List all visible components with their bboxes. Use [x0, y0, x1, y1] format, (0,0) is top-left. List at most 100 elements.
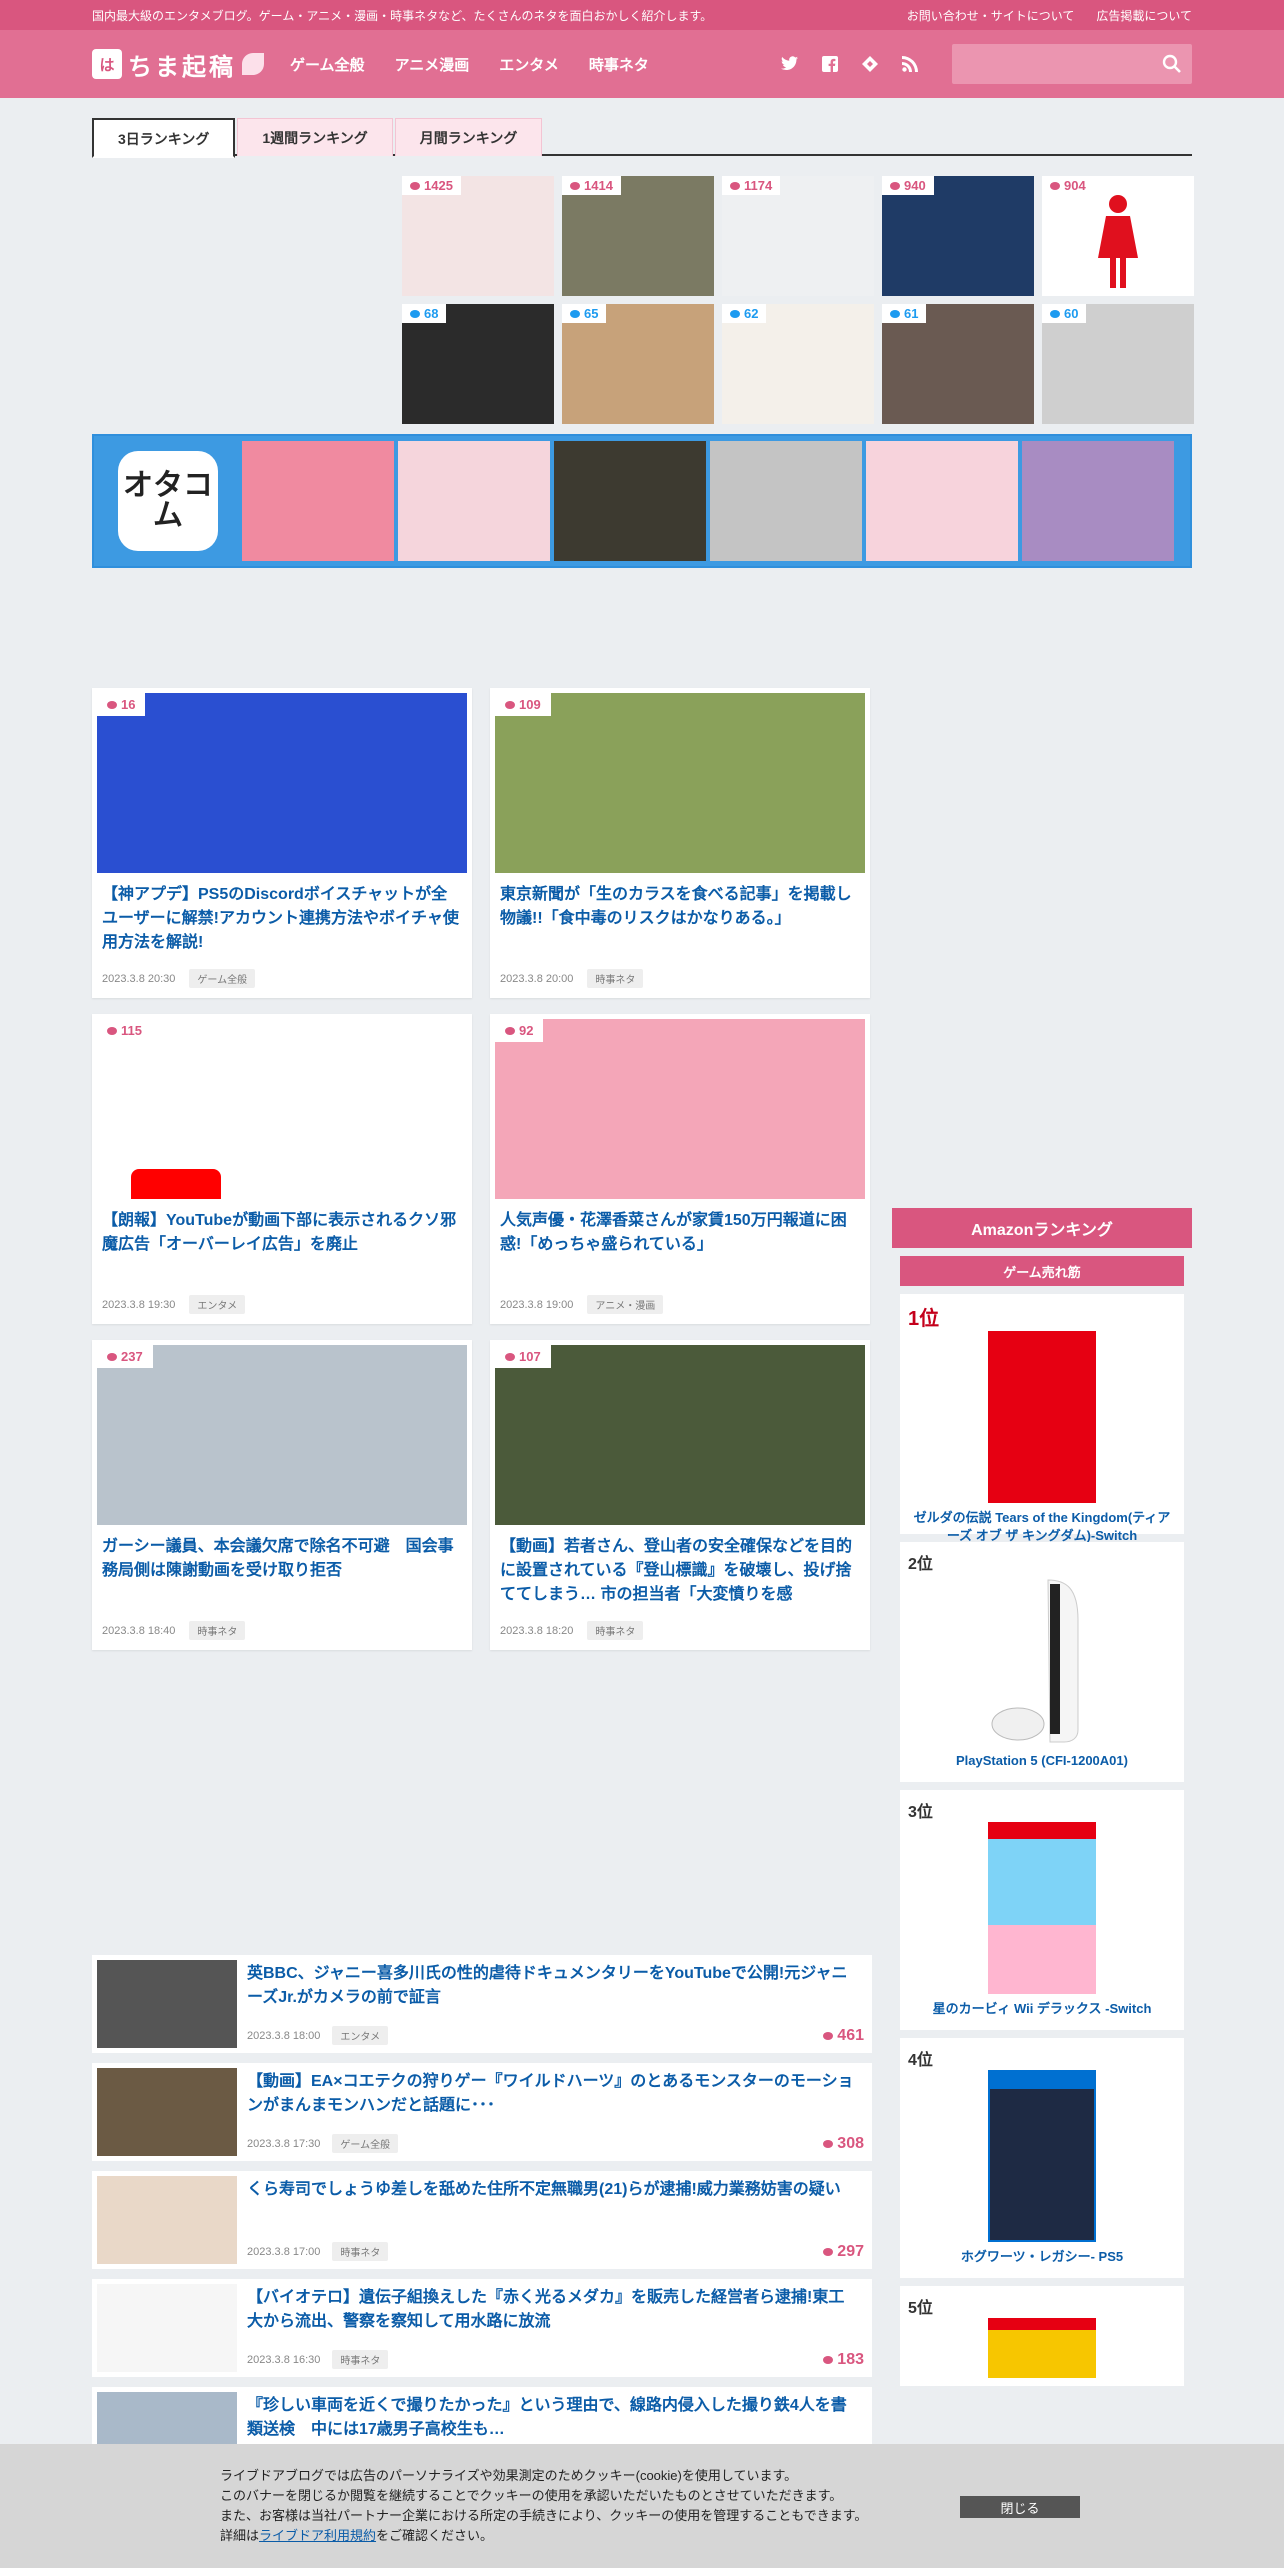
list-item[interactable]: くら寿司でしょうゆ差しを舐めた住所不定無職男(21)らが逮捕!威力業務妨害の疑い… [92, 2171, 872, 2269]
facebook-icon[interactable] [820, 54, 840, 74]
article-title[interactable]: 人気声優・花澤香菜さんが家賃150万円報道に困惑!「めっちゃ盛られている」 [495, 1199, 865, 1281]
list-thumbnail[interactable] [97, 2176, 237, 2264]
otacom-thumb[interactable] [1022, 441, 1174, 561]
category-tag[interactable]: エンタメ [332, 2026, 389, 2045]
contact-link[interactable]: お問い合わせ・サイトについて [907, 7, 1075, 24]
list-item[interactable]: 【バイオテロ】遺伝子組換えした『赤く光るメダカ』を販売した経営者ら逮捕!東工大か… [92, 2279, 872, 2377]
product-image[interactable] [988, 1822, 1096, 1994]
category-tag[interactable]: 時事ネタ [587, 969, 644, 988]
list-item[interactable]: 英BBC、ジャニー喜多川氏の性的虐待ドキュメンタリーをYouTubeで公開!元ジ… [92, 1955, 872, 2053]
tab-1week[interactable]: 1週間ランキング [237, 118, 393, 156]
ranking-item[interactable]: 65 [562, 304, 714, 424]
main-area: 16 【神アプデ】PS5のDiscordボイスチャットが全ユーザーに解禁!アカウ… [92, 688, 1192, 2495]
list-thumbnail[interactable] [97, 2068, 237, 2156]
article-date: 2023.3.8 18:20 [500, 1624, 574, 1637]
product-name[interactable]: 星のカービィ Wii デラックス -Switch [908, 2000, 1176, 2018]
amazon-item[interactable]: 3位 星のカービィ Wii デラックス -Switch [900, 1790, 1184, 2030]
otacom-thumb[interactable] [866, 441, 1018, 561]
article-title[interactable]: 【朗報】YouTubeが動画下部に表示されるクソ邪魔広告「オーバーレイ広告」を廃… [97, 1199, 467, 1281]
tweet-count: 60 [1042, 304, 1087, 323]
rss-icon[interactable] [900, 54, 920, 74]
category-tag[interactable]: 時事ネタ [332, 2242, 389, 2261]
ranking-item[interactable]: 60 [1042, 304, 1194, 424]
category-tag[interactable]: 時事ネタ [332, 2350, 389, 2369]
otacom-thumb[interactable] [710, 441, 862, 561]
article-thumbnail[interactable]: 107 [495, 1345, 865, 1525]
product-name[interactable]: ホグワーツ・レガシー- PS5 [908, 2248, 1176, 2266]
nav-item-anime[interactable]: アニメ漫画 [395, 54, 470, 75]
amazon-rank: 2位 [908, 1556, 933, 1573]
article-thumbnail[interactable]: 92 [495, 1019, 865, 1199]
amazon-item[interactable]: 2位 PlayStation 5 (CFI-1200A01) [900, 1542, 1184, 1782]
nav-item-game[interactable]: ゲーム全般 [290, 54, 365, 75]
nav-item-entame[interactable]: エンタメ [499, 54, 559, 75]
sidebar: Amazonランキング ゲーム売れ筋 1位 ゼルダの伝説 Tears of th… [892, 688, 1192, 2495]
site-logo[interactable]: は ちま起稿 [92, 47, 264, 82]
amazon-item[interactable]: 4位 ホグワーツ・レガシー- PS5 [900, 2038, 1184, 2278]
category-tag[interactable]: 時事ネタ [189, 1621, 246, 1640]
article-title[interactable]: 【動画】若者さん、登山者の安全確保などを目的に設置されている『登山標識』を破壊し… [495, 1525, 865, 1607]
product-name[interactable]: ゼルダの伝説 Tears of the Kingdom(ティアーズ オブ ザ キ… [908, 1509, 1176, 1545]
cookie-close-button[interactable]: 閉じる [960, 2496, 1080, 2518]
article-thumbnail[interactable]: 16 [97, 693, 467, 873]
product-image[interactable] [988, 1574, 1096, 1746]
nav-item-news[interactable]: 時事ネタ [589, 54, 649, 75]
list-thumbnail[interactable] [97, 1960, 237, 2048]
comment-count: 92 [495, 1019, 544, 1042]
terms-link[interactable]: ライブドア利用規約 [259, 2528, 376, 2543]
article-card[interactable]: 16 【神アプデ】PS5のDiscordボイスチャットが全ユーザーに解禁!アカウ… [92, 688, 472, 998]
ranking-item[interactable]: 1174 [722, 176, 874, 296]
article-card[interactable]: 237 ガーシー議員、本会議欠席で除名不可避 国会事務局側は陳謝動画を受け取り拒… [92, 1340, 472, 1650]
ranking-item[interactable]: 61 [882, 304, 1034, 424]
article-card[interactable]: 109 東京新聞が「生のカラスを食べる記事」を掲載し物議!!「食中毒のリスクはか… [490, 688, 870, 998]
category-tag[interactable]: アニメ・漫画 [587, 1295, 664, 1314]
list-item[interactable]: 【動画】EA×コエテクの狩りゲー『ワイルドハーツ』のとあるモンスターのモーション… [92, 2063, 872, 2161]
tab-month[interactable]: 月間ランキング [394, 118, 543, 156]
category-tag[interactable]: エンタメ [189, 1295, 246, 1314]
product-name[interactable]: PlayStation 5 (CFI-1200A01) [908, 1752, 1176, 1770]
amazon-item[interactable]: 5位 [900, 2286, 1184, 2386]
otacom-thumb[interactable] [398, 441, 550, 561]
ads-link[interactable]: 広告掲載について [1096, 7, 1192, 24]
product-image[interactable] [988, 1331, 1096, 1503]
twitter-icon[interactable] [780, 54, 800, 74]
category-tag[interactable]: ゲーム全般 [189, 969, 256, 988]
article-title[interactable]: ガーシー議員、本会議欠席で除名不可避 国会事務局側は陳謝動画を受け取り拒否 [97, 1525, 467, 1607]
article-thumbnail[interactable]: 115 [97, 1019, 467, 1199]
amazon-item[interactable]: 1位 ゼルダの伝説 Tears of the Kingdom(ティアーズ オブ … [900, 1294, 1184, 1543]
ranking-item[interactable]: 1414 [562, 176, 714, 296]
article-thumbnail[interactable]: 109 [495, 693, 865, 873]
search-input[interactable] [952, 44, 1152, 84]
product-image[interactable] [988, 2318, 1096, 2378]
search-icon[interactable] [1162, 54, 1182, 79]
article-title[interactable]: 東京新聞が「生のカラスを食べる記事」を掲載し物議!!「食中毒のリスクはかなりある… [495, 873, 865, 955]
product-image[interactable] [988, 2070, 1096, 2242]
site-header: は ちま起稿 ゲーム全般 アニメ漫画 エンタメ 時事ネタ [0, 30, 1284, 98]
ranking-item[interactable]: 1425 [402, 176, 554, 296]
article-title[interactable]: 【神アプデ】PS5のDiscordボイスチャットが全ユーザーに解禁!アカウント連… [97, 873, 467, 955]
tab-3day[interactable]: 3日ランキング [92, 118, 236, 158]
comment-icon [823, 2140, 834, 2148]
ranking-item[interactable]: 62 [722, 304, 874, 424]
otacom-thumb[interactable] [242, 441, 394, 561]
article-column: 16 【神アプデ】PS5のDiscordボイスチャットが全ユーザーに解禁!アカウ… [92, 688, 872, 2495]
comment-count: 1174 [722, 176, 781, 195]
logo-mark: は [92, 49, 122, 79]
category-tag[interactable]: 時事ネタ [587, 1621, 644, 1640]
article-card[interactable]: 115 【朗報】YouTubeが動画下部に表示されるクソ邪魔広告「オーバーレイ広… [92, 1014, 472, 1324]
otacom-banner[interactable]: オタコム [92, 434, 1192, 568]
ranking-item[interactable]: 68 [402, 304, 554, 424]
article-card[interactable]: 107 【動画】若者さん、登山者の安全確保などを目的に設置されている『登山標識』… [490, 1340, 870, 1650]
cookie-line: このバナーを閉じるか閲覧を継続することでクッキーの使用を承認いただいたものとさせ… [220, 2488, 843, 2503]
list-thumbnail[interactable] [97, 2284, 237, 2372]
article-thumbnail[interactable]: 237 [97, 1345, 467, 1525]
article-card[interactable]: 92 人気声優・花澤香菜さんが家賃150万円報道に困惑!「めっちゃ盛られている」… [490, 1014, 870, 1324]
otacom-thumb[interactable] [554, 441, 706, 561]
feedly-icon[interactable] [860, 54, 880, 74]
article-meta: 2023.3.8 19:00 アニメ・漫画 [500, 1295, 664, 1314]
ranking-item[interactable]: 904 [1042, 176, 1194, 296]
ranking-item[interactable]: 940 [882, 176, 1034, 296]
category-tag[interactable]: ゲーム全般 [332, 2134, 399, 2153]
cookie-line: ライブドアブログでは広告のパーソナライズや効果測定のためクッキー(cookie)… [220, 2468, 798, 2483]
youtube-logo-icon [131, 1169, 221, 1199]
